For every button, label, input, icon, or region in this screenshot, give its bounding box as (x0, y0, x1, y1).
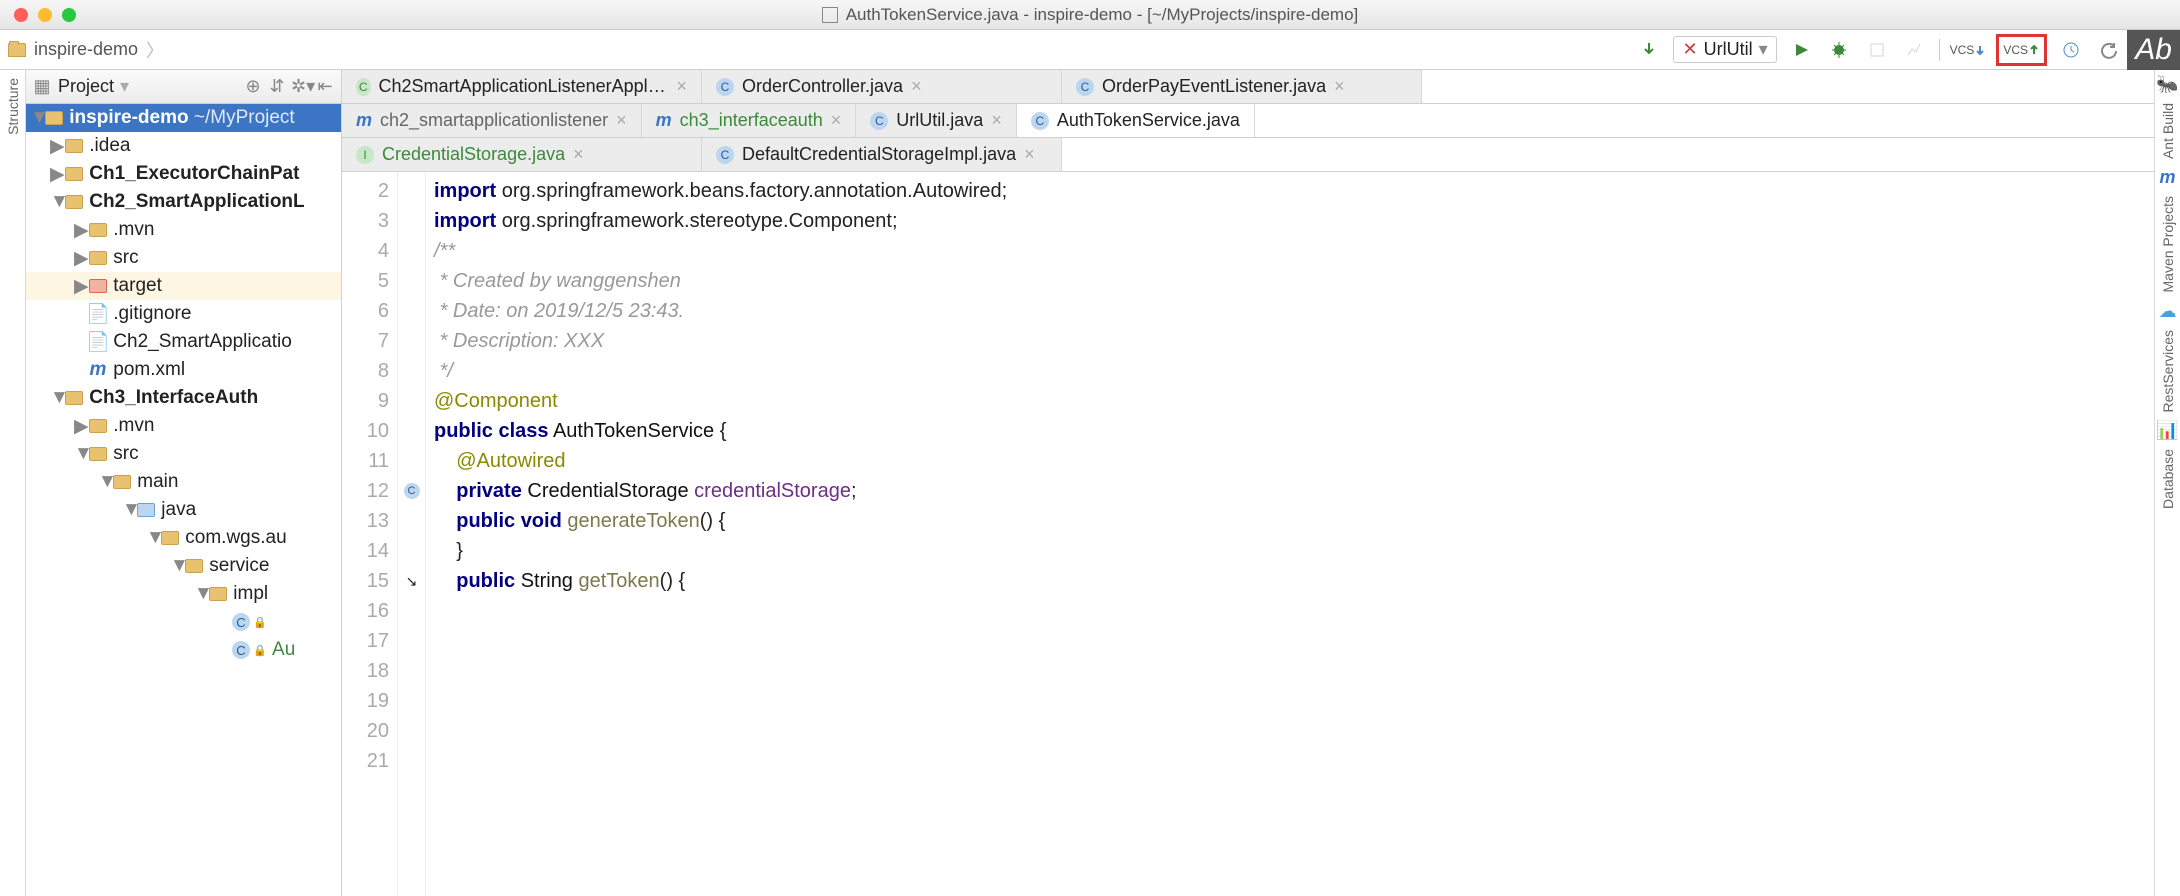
collapse-all-icon[interactable]: ⇵ (267, 76, 287, 97)
editor-area: CCh2SmartApplicationListenerApplication.… (342, 70, 2154, 896)
folder-icon (8, 43, 26, 57)
scroll-to-source-icon[interactable]: ⊕ (243, 76, 263, 97)
tree-class2[interactable]: C 🔒 Au (26, 636, 341, 664)
project-tool-title: Project (58, 76, 114, 97)
tree-pkg[interactable]: ▼ com.wgs.au (26, 524, 341, 552)
close-tab-icon[interactable]: × (616, 110, 627, 131)
close-tab-icon[interactable]: × (911, 76, 922, 97)
tree-idea[interactable]: ▶ .idea (26, 132, 341, 160)
editor-tab[interactable]: CCh2SmartApplicationListenerApplication.… (342, 70, 702, 103)
tree-ch1[interactable]: ▶ Ch1_ExecutorChainPat (26, 160, 341, 188)
project-view-icon[interactable]: ▦ (32, 76, 52, 97)
editor-tab[interactable]: CUrlUtil.java× (856, 104, 1017, 137)
title-bar: AuthTokenService.java - inspire-demo - [… (0, 0, 2180, 30)
tree-class1[interactable]: C 🔒 (26, 608, 341, 636)
editor-tabs-row-2: mch2_smartapplicationlistener×mch3_inter… (342, 104, 2154, 138)
code-editor[interactable]: 23456789101112131415161718192021 C↘ impo… (342, 172, 2154, 896)
breadcrumb[interactable]: inspire-demo 〉 (8, 37, 164, 63)
download-icon[interactable] (1635, 36, 1663, 64)
close-tab-icon[interactable]: × (676, 76, 687, 97)
left-tool-gutter: Structure (0, 70, 26, 896)
debug-button[interactable] (1825, 36, 1853, 64)
close-tab-icon[interactable]: × (831, 110, 842, 131)
database-icon[interactable]: 📊 (2156, 420, 2178, 441)
close-window-button[interactable] (14, 8, 28, 22)
tree-ch2[interactable]: ▼ Ch2_SmartApplicationL (26, 188, 341, 216)
tree-gitignore[interactable]: 📄 .gitignore (26, 300, 341, 328)
editor-tab[interactable]: COrderController.java× (702, 70, 1062, 103)
tree-main[interactable]: ▼ main (26, 468, 341, 496)
ant-icon[interactable]: 🐜 (2156, 74, 2178, 95)
editor-tab[interactable]: mch2_smartapplicationlistener× (342, 104, 642, 137)
profile-button[interactable] (1901, 36, 1929, 64)
run-config-label: UrlUtil (1704, 39, 1753, 60)
toolbar: ✕UrlUtil▾ VCS VCS (1635, 34, 2172, 66)
settings-gear-icon[interactable]: ✲▾ (291, 76, 311, 97)
breadcrumb-project: inspire-demo (34, 39, 138, 60)
revert-button[interactable] (2095, 36, 2123, 64)
coverage-button[interactable] (1863, 36, 1891, 64)
tree-src[interactable]: ▶ src (26, 244, 341, 272)
history-button[interactable] (2057, 36, 2085, 64)
code-content[interactable]: import org.springframework.beans.factory… (426, 172, 1007, 896)
tree-impl[interactable]: ▼ impl (26, 580, 341, 608)
tree-ch3[interactable]: ▼ Ch3_InterfaceAuth (26, 384, 341, 412)
close-tab-icon[interactable]: × (991, 110, 1002, 131)
traffic-lights (0, 8, 76, 22)
tree-ch2app[interactable]: 📄 Ch2_SmartApplicatio (26, 328, 341, 356)
structure-tool-tab[interactable]: Structure (5, 74, 21, 139)
navigation-bar: inspire-demo 〉 ✕UrlUtil▾ VCS VCS Ab (0, 30, 2180, 70)
vcs-commit-button[interactable]: VCS (1996, 34, 2047, 66)
close-tab-icon[interactable]: × (573, 144, 584, 165)
hide-tool-icon[interactable]: ⇤ (315, 76, 335, 97)
ant-build-tab[interactable]: Ant Build (2160, 99, 2176, 163)
marker-gutter: C↘ (398, 172, 426, 896)
database-tab[interactable]: Database (2160, 445, 2176, 513)
tree-service[interactable]: ▼ service (26, 552, 341, 580)
editor-tab[interactable]: mch3_interfaceauth× (642, 104, 857, 137)
project-tool-window: ▦ Project ▾ ⊕ ⇵ ✲▾ ⇤ ▼ inspire-demo ~/My… (26, 70, 342, 896)
editor-tab[interactable]: COrderPayEventListener.java× (1062, 70, 1422, 103)
tree-root[interactable]: ▼ inspire-demo ~/MyProject (26, 104, 341, 132)
vcs-update-button[interactable]: VCS (1950, 43, 1987, 57)
ab-badge: Ab (2127, 30, 2180, 70)
maven-icon[interactable]: m (2159, 167, 2175, 188)
editor-tabs-row-3: ICredentialStorage.java×CDefaultCredenti… (342, 138, 2154, 172)
rest-services-tab[interactable]: RestServices (2160, 326, 2176, 416)
maven-projects-tab[interactable]: Maven Projects (2160, 192, 2176, 296)
tree-mvn2[interactable]: ▶ .mvn (26, 412, 341, 440)
project-tool-header: ▦ Project ▾ ⊕ ⇵ ✲▾ ⇤ (26, 70, 341, 104)
rest-icon[interactable]: ☁ (2159, 301, 2177, 322)
close-tab-icon[interactable]: × (1334, 76, 1345, 97)
close-tab-icon[interactable]: × (1024, 144, 1035, 165)
run-config-dropdown[interactable]: ✕UrlUtil▾ (1673, 36, 1776, 63)
window-title: AuthTokenService.java - inspire-demo - [… (846, 5, 1359, 25)
editor-tabs-row-1: CCh2SmartApplicationListenerApplication.… (342, 70, 2154, 104)
file-icon (822, 7, 838, 23)
zoom-window-button[interactable] (62, 8, 76, 22)
tree-mvn[interactable]: ▶ .mvn (26, 216, 341, 244)
minimize-window-button[interactable] (38, 8, 52, 22)
tree-pom[interactable]: m pom.xml (26, 356, 341, 384)
editor-tab[interactable]: CAuthTokenService.java (1017, 104, 1255, 137)
project-tree[interactable]: ▼ inspire-demo ~/MyProject ▶ .idea ▶ Ch1… (26, 104, 341, 896)
tree-target[interactable]: ▶ target (26, 272, 341, 300)
run-button[interactable] (1787, 36, 1815, 64)
line-number-gutter: 23456789101112131415161718192021 (342, 172, 398, 896)
editor-tab[interactable]: CDefaultCredentialStorageImpl.java× (702, 138, 1062, 171)
tree-src2[interactable]: ▼ src (26, 440, 341, 468)
right-tool-gutter: 🐜 Ant Build m Maven Projects ☁ RestServi… (2154, 70, 2180, 896)
tree-java[interactable]: ▼ java (26, 496, 341, 524)
editor-tab[interactable]: ICredentialStorage.java× (342, 138, 702, 171)
